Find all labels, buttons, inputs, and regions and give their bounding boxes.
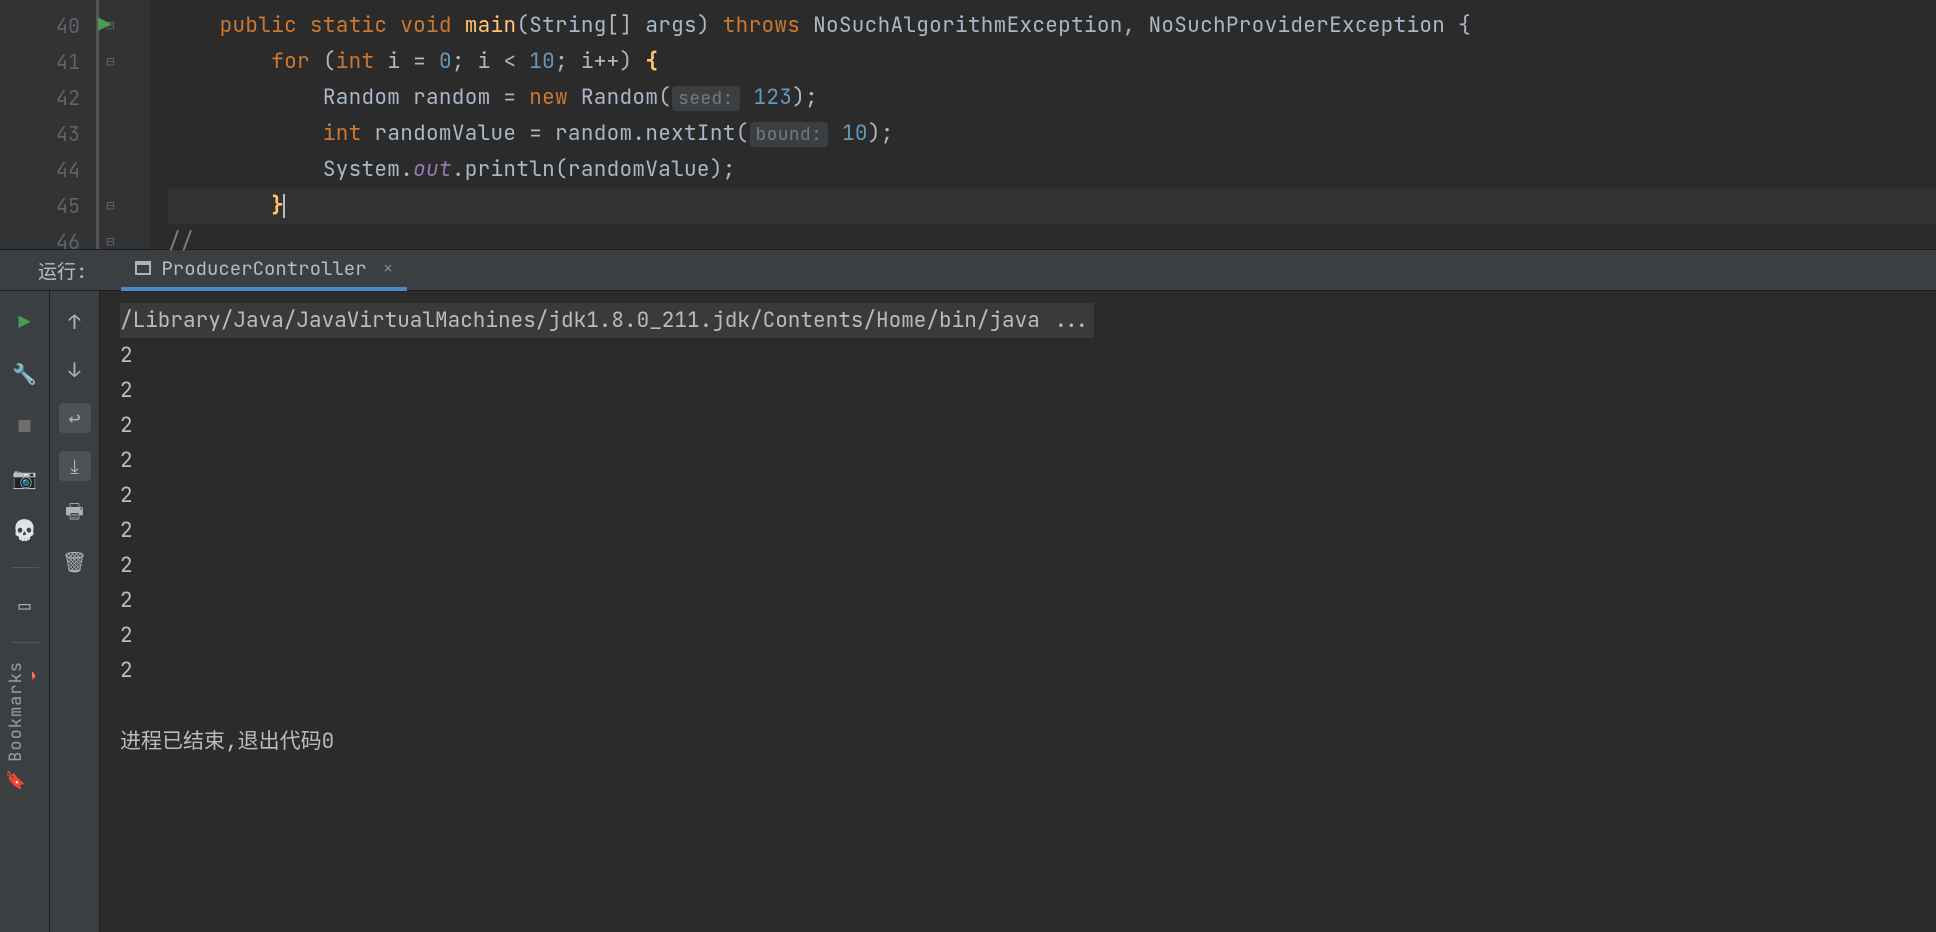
console-line: 2	[120, 513, 1916, 548]
inlay-hint: seed:	[672, 86, 740, 111]
arrow-down-icon: ↓	[69, 357, 81, 383]
line-number: 44	[0, 152, 96, 188]
editor-gutter: 40 41 42 43 44 45 46 ▶	[0, 0, 150, 249]
soft-wrap-button[interactable]: ↩	[59, 403, 91, 433]
bookmarks-stripe-button[interactable]: Bookmarks 🔖	[0, 651, 32, 802]
application-icon	[135, 261, 151, 275]
text-caret	[283, 194, 285, 218]
separator	[11, 642, 39, 643]
fold-guide	[99, 80, 122, 116]
editor-area: 40 41 42 43 44 45 46 ▶ pu	[0, 0, 1936, 249]
line-number: 45	[0, 188, 96, 224]
code-line[interactable]: public static void main(String[] args) t…	[168, 8, 1936, 44]
console-command-line: /Library/Java/JavaVirtualMachines/jdk1.8…	[120, 303, 1916, 338]
play-icon: ▶	[19, 309, 31, 335]
console-line: 2	[120, 548, 1916, 583]
layout-icon: ▭	[18, 592, 30, 618]
arrow-up-icon: ↑	[69, 309, 81, 335]
console-line: 2	[120, 408, 1916, 443]
play-icon: ▶	[98, 10, 111, 39]
bookmark-icon: 🔖	[5, 770, 26, 792]
print-icon: 🖶	[65, 497, 84, 531]
console-line: 2	[120, 443, 1916, 478]
line-number: 40	[0, 8, 96, 44]
run-label: 运行:	[38, 257, 87, 284]
fold-guide	[99, 152, 122, 188]
scroll-down-button[interactable]: ↓	[59, 355, 91, 385]
code-line[interactable]: for (int i = 0; i < 10; i++) {	[168, 44, 1936, 80]
code-line[interactable]: Random random = new Random(seed: 123);	[168, 80, 1936, 116]
trash-icon: 🗑	[62, 549, 87, 575]
layout-button[interactable]: ▭	[9, 590, 41, 620]
fold-collapse-icon[interactable]	[99, 44, 122, 80]
code-line[interactable]: System.out.println(randomValue);	[168, 152, 1936, 188]
code-content[interactable]: public static void main(String[] args) t…	[150, 0, 1936, 249]
settings-button[interactable]: 🔧	[9, 359, 41, 389]
camera-icon: 📷	[12, 465, 37, 491]
fold-collapse-icon[interactable]	[99, 224, 122, 260]
scroll-to-end-button[interactable]: ⤓	[59, 451, 91, 481]
console-exit-line: 进程已结束,退出代码0	[120, 724, 1916, 759]
console-line: 2	[120, 618, 1916, 653]
console-line: 2	[120, 583, 1916, 618]
run-tool-body: ▶ 🔧 ■ 📷 💀 ▭ 📌 ↑ ↓ ↩ ⤓ 🖶 🗑 /Library/Java/…	[0, 291, 1936, 932]
dump-threads-button[interactable]: 📷	[9, 463, 41, 493]
line-number: 43	[0, 116, 96, 152]
wrap-icon: ↩	[68, 405, 80, 431]
code-line[interactable]: int randomValue = random.nextInt(bound: …	[168, 116, 1936, 152]
scroll-end-icon: ⤓	[70, 453, 79, 479]
fold-guide	[99, 116, 122, 152]
scroll-up-button[interactable]: ↑	[59, 307, 91, 337]
code-line-current[interactable]: }	[168, 188, 1936, 224]
clear-button[interactable]: 🗑	[59, 547, 91, 577]
console-line: 2	[120, 478, 1916, 513]
wrench-icon: 🔧	[12, 361, 37, 387]
console-line: 2	[120, 653, 1916, 688]
line-number: 41	[0, 44, 96, 80]
run-toolbar-secondary: ↑ ↓ ↩ ⤓ 🖶 🗑	[50, 291, 100, 932]
stop-icon: ■	[19, 413, 31, 439]
bookmarks-label: Bookmarks	[5, 661, 27, 762]
console-line: 2	[120, 338, 1916, 373]
stop-button[interactable]: ■	[9, 411, 41, 441]
line-number: 46	[0, 224, 96, 260]
rerun-button[interactable]: ▶	[9, 307, 41, 337]
run-toolbar-primary: ▶ 🔧 ■ 📷 💀 ▭ 📌	[0, 291, 50, 932]
print-button[interactable]: 🖶	[59, 499, 91, 529]
console-output[interactable]: /Library/Java/JavaVirtualMachines/jdk1.8…	[100, 291, 1936, 932]
console-line: 2	[120, 373, 1916, 408]
line-number-column: 40 41 42 43 44 45 46	[0, 0, 96, 249]
line-number: 42	[0, 80, 96, 116]
bug-icon: 💀	[12, 517, 37, 543]
inlay-hint: bound:	[750, 122, 829, 147]
run-line-gutter-icon[interactable]: ▶	[98, 10, 111, 39]
fold-collapse-icon[interactable]	[99, 188, 122, 224]
code-line[interactable]: //	[168, 224, 1936, 260]
separator	[11, 567, 39, 568]
exit-button[interactable]: 💀	[9, 515, 41, 545]
